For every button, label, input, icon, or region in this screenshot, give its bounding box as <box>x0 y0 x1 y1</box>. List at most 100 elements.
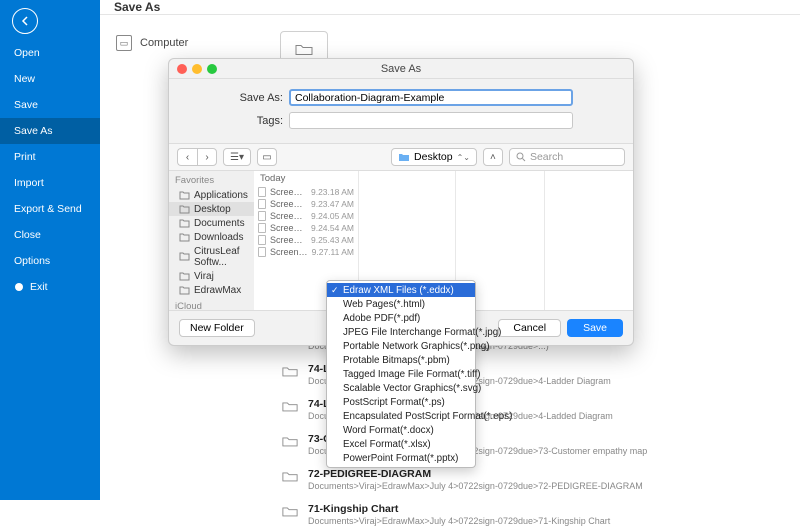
sidebar-item-label: Open <box>14 47 40 59</box>
save-button[interactable]: Save <box>567 319 623 337</box>
folder-icon <box>179 233 190 242</box>
folder-icon <box>282 435 298 448</box>
cancel-button[interactable]: Cancel <box>498 319 561 337</box>
format-option-jpg[interactable]: JPEG File Interchange Format(*.jpg) <box>327 325 475 339</box>
sidebar-item-label: Close <box>14 229 41 241</box>
fav-edrawmax[interactable]: EdrawMax <box>169 283 254 297</box>
sidebar-item-new[interactable]: New <box>0 66 100 92</box>
folder-icon <box>179 219 190 228</box>
location-select[interactable]: Desktop ⌃⌄ <box>391 148 477 166</box>
format-option-ps[interactable]: PostScript Format(*.ps) <box>327 395 475 409</box>
tags-label: Tags: <box>229 115 283 127</box>
folder-icon <box>179 205 190 214</box>
folder-icon <box>179 286 190 295</box>
folder-icon <box>179 272 190 281</box>
format-option-png[interactable]: Portable Network Graphics(*.png) <box>327 339 475 353</box>
format-option-pptx[interactable]: PowerPoint Format(*.pptx) <box>327 451 475 465</box>
sidebar-item-export-send[interactable]: Export & Send <box>0 196 100 222</box>
sidebar-item-label: Save <box>14 99 38 111</box>
page-title: Save As <box>100 0 800 15</box>
sidebar-item-print[interactable]: Print <box>0 144 100 170</box>
fav-documents[interactable]: Documents <box>169 216 254 230</box>
nav-back-button[interactable]: ‹ <box>177 148 197 166</box>
folder-icon <box>282 505 298 518</box>
favorites-header: Favorites <box>169 171 254 188</box>
fav-viraj[interactable]: Viraj <box>169 269 254 283</box>
place-label: Computer <box>140 37 188 49</box>
save-as-label: Save As: <box>229 92 283 104</box>
format-option-pbm[interactable]: Protable Bitmaps(*.pbm) <box>327 353 475 367</box>
folder-icon <box>179 252 190 261</box>
sidebar-item-import[interactable]: Import <box>0 170 100 196</box>
recent-file-row[interactable]: 71-Kingship ChartDocuments>Viraj>EdrawMa… <box>270 497 800 532</box>
file-path: Documents>Viraj>EdrawMax>July 4>0722sign… <box>308 481 788 491</box>
format-option-svg[interactable]: Scalable Vector Graphics(*.svg) <box>327 381 475 395</box>
fav-citrusleaf[interactable]: CitrusLeaf Softw... <box>169 244 254 269</box>
tags-input[interactable] <box>289 112 573 129</box>
fav-desktop[interactable]: Desktop <box>169 202 254 216</box>
window-zoom-icon[interactable] <box>207 64 217 74</box>
search-icon <box>516 152 526 162</box>
format-option-tiff[interactable]: Tagged Image File Format(*.tiff) <box>327 367 475 381</box>
sidebar-item-label: Import <box>14 177 44 189</box>
format-option-eddx[interactable]: Edraw XML Files (*.eddx) <box>327 283 475 297</box>
folder-icon <box>179 191 190 200</box>
file-path: Documents>Viraj>EdrawMax>July 4>0722sign… <box>308 516 788 526</box>
format-option-pdf[interactable]: Adobe PDF(*.pdf) <box>327 311 475 325</box>
sidebar-item-label: Export & Send <box>14 203 82 215</box>
nav-forward-button[interactable]: › <box>197 148 217 166</box>
sidebar-item-close[interactable]: Close <box>0 222 100 248</box>
file-format-dropdown: Edraw XML Files (*.eddx) Web Pages(*.htm… <box>326 280 476 468</box>
view-mode-button[interactable]: ☰▾ <box>223 148 251 166</box>
window-close-icon[interactable] <box>177 64 187 74</box>
dialog-title: Save As <box>381 63 421 75</box>
folder-open-icon <box>295 42 313 57</box>
today-header: Today <box>254 171 358 186</box>
list-item[interactable]: Screenshot...t9.23.18 AM <box>254 186 358 198</box>
folder-icon <box>282 365 298 378</box>
sidebar-item-options[interactable]: Options <box>0 248 100 274</box>
filename-input[interactable] <box>289 89 573 106</box>
list-item[interactable]: Screenshot...t9.27.11 AM <box>254 246 358 258</box>
exit-icon <box>14 282 24 292</box>
new-folder-button[interactable]: New Folder <box>179 319 255 337</box>
sidebar-item-open[interactable]: Open <box>0 40 100 66</box>
search-placeholder: Search <box>530 151 563 163</box>
sidebar-item-label: Exit <box>30 281 48 293</box>
group-button[interactable]: ▭ <box>257 148 277 166</box>
format-option-docx[interactable]: Word Format(*.docx) <box>327 423 475 437</box>
place-computer[interactable]: ▭ Computer <box>110 31 260 55</box>
sidebar-item-exit[interactable]: Exit <box>0 274 100 300</box>
computer-icon: ▭ <box>116 35 132 51</box>
fav-applications[interactable]: Applications <box>169 188 254 202</box>
sidebar-item-label: Print <box>14 151 36 163</box>
icloud-header: iCloud <box>169 297 254 310</box>
folder-icon <box>398 152 410 162</box>
folder-icon <box>282 470 298 483</box>
fav-downloads[interactable]: Downloads <box>169 230 254 244</box>
chevron-updown-icon: ⌃⌄ <box>457 153 470 162</box>
collapse-button[interactable]: ˄ <box>483 148 503 166</box>
document-icon <box>258 211 266 221</box>
sidebar-item-save-as[interactable]: Save As <box>0 118 100 144</box>
document-icon <box>258 247 266 257</box>
format-option-eps[interactable]: Encapsulated PostScript Format(*.eps) <box>327 409 475 423</box>
location-label: Desktop <box>414 151 453 163</box>
list-item[interactable]: Screenshot...t9.25.43 AM <box>254 234 358 246</box>
sidebar-item-label: New <box>14 73 35 85</box>
list-item[interactable]: Screenshot...t9.23.47 AM <box>254 198 358 210</box>
document-icon <box>258 199 266 209</box>
format-option-html[interactable]: Web Pages(*.html) <box>327 297 475 311</box>
search-input[interactable]: Search <box>509 148 625 166</box>
document-icon <box>258 235 266 245</box>
document-icon <box>258 223 266 233</box>
file-name: 71-Kingship Chart <box>308 503 788 515</box>
arrow-left-icon <box>19 15 31 27</box>
list-item[interactable]: Screenshot...t9.24.05 AM <box>254 210 358 222</box>
folder-icon <box>282 400 298 413</box>
back-button[interactable] <box>12 8 38 34</box>
list-item[interactable]: Screenshot...t9.24.54 AM <box>254 222 358 234</box>
format-option-xlsx[interactable]: Excel Format(*.xlsx) <box>327 437 475 451</box>
sidebar-item-save[interactable]: Save <box>0 92 100 118</box>
window-minimize-icon[interactable] <box>192 64 202 74</box>
